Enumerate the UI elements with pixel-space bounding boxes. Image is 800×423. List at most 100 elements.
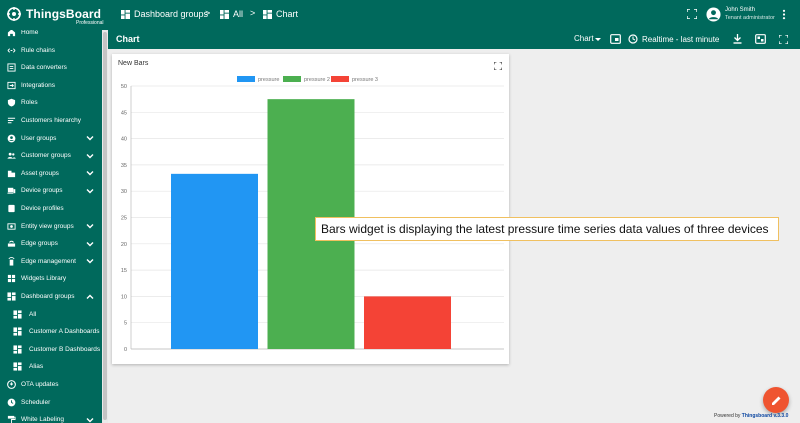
y-tick-label: 45	[121, 110, 127, 116]
more-vert-icon[interactable]	[782, 9, 786, 20]
dashboard-icon	[12, 309, 22, 319]
integration-icon	[6, 80, 16, 90]
dashboard-settings-icon[interactable]	[755, 34, 766, 44]
version-link[interactable]: Thingsboard v.3.3.0	[742, 413, 789, 419]
arrow-drop-down-icon	[594, 37, 601, 41]
legend-label: pressure 3	[352, 77, 378, 83]
sidebar-item[interactable]: Asset groups	[0, 165, 102, 182]
breadcrumb-separator: >	[205, 8, 211, 18]
sidebar-item[interactable]: Alias	[0, 358, 102, 375]
sidebar-item[interactable]: Data converters	[0, 59, 102, 76]
edit-dashboard-button[interactable]	[763, 387, 789, 413]
bar-chart: 0 5 10 15 20 25 30 35 40 45 50 pressure pressure 2 pr…	[121, 76, 504, 353]
y-tick-label: 25	[121, 216, 127, 222]
sidebar-item-label: Home	[21, 29, 39, 36]
sidebar-item-label: All	[29, 310, 37, 318]
sidebar-item[interactable]: White Labeling	[0, 411, 102, 423]
sidebar-item-label: Integrations	[21, 81, 55, 89]
sidebar-item-label: Asset groups	[21, 169, 59, 177]
sidebar-item[interactable]: Customers hierarchy	[0, 112, 102, 129]
y-tick-label: 35	[121, 163, 127, 169]
sidebar-item[interactable]: Customer B Dashboards	[0, 341, 102, 358]
sidebar-item-label: Widgets Library	[21, 275, 67, 283]
sidebar-item[interactable]: Rule chains	[0, 42, 102, 59]
edit-icon	[771, 396, 780, 405]
y-tick-label: 0	[124, 347, 127, 353]
breadcrumb-dashboard-groups[interactable]: Dashboard groups	[121, 9, 208, 19]
devices-icon	[6, 186, 16, 196]
dashboard-icon	[12, 327, 22, 337]
sidebar-item-label: OTA updates	[21, 381, 59, 388]
breadcrumb-label: Dashboard groups	[134, 9, 209, 19]
download-icon[interactable]	[733, 34, 742, 44]
chevron-down-icon	[86, 153, 94, 159]
breadcrumb-all[interactable]: All	[220, 9, 243, 19]
user-name: John Smith	[725, 7, 756, 13]
sidebar-item-label: Customer B Dashboards	[29, 345, 101, 353]
sidebar-item[interactable]: Widgets Library	[0, 270, 102, 287]
format-paint-icon	[6, 415, 16, 423]
domain-icon	[6, 168, 16, 178]
sidebar-item[interactable]: Roles	[0, 94, 102, 111]
sidebar-item-label: Edge groups	[21, 240, 58, 248]
thingsboard-logo-icon	[7, 7, 21, 21]
sidebar-item-label: Scheduler	[21, 398, 51, 406]
sidebar-item[interactable]: Entity view groups	[0, 218, 102, 235]
sidebar-item[interactable]: Customer groups	[0, 147, 102, 164]
sidebar-item-label: Device groups	[21, 187, 63, 195]
sidebar-item-label: User groups	[21, 134, 57, 142]
legend-label: pressure	[258, 77, 279, 83]
sidebar-item[interactable]: Dashboard groups	[0, 288, 102, 305]
sidebar-item[interactable]: Edge groups	[0, 235, 102, 252]
y-tick-label: 15	[121, 268, 127, 274]
account-circle-icon[interactable]	[706, 7, 721, 22]
legend-label: pressure 2	[304, 77, 330, 83]
timewindow-button[interactable]: Realtime - last minute	[628, 34, 719, 44]
sidebar-item[interactable]: Device profiles	[0, 200, 102, 217]
sidebar-item-label: White Labeling	[21, 416, 64, 423]
sidebar-item[interactable]: OTA updates	[0, 376, 102, 393]
user-role: Tenant administrator	[725, 15, 775, 21]
fullscreen-icon[interactable]	[779, 35, 788, 44]
timewindow-label: Realtime - last minute	[642, 34, 720, 44]
chevron-down-icon	[86, 259, 94, 264]
sidebar-item-label: Roles	[21, 99, 38, 107]
entity-state-icon[interactable]	[610, 34, 621, 44]
supervisor-icon	[6, 151, 16, 161]
dashboard-state-select[interactable]: Chart	[574, 34, 602, 43]
sidebar-item-label: Data converters	[21, 64, 67, 72]
y-tick-label: 50	[121, 84, 127, 90]
sidebar-item[interactable]: Scheduler	[0, 394, 102, 411]
dashboard-icon	[12, 344, 22, 354]
sidebar: Home Rule chains Data converters Integratio…	[0, 24, 102, 423]
dashboard-icon	[12, 362, 22, 372]
sidebar-item[interactable]: User groups	[0, 130, 102, 147]
sidebar-item-label: Customers hierarchy	[21, 117, 81, 124]
breadcrumb-label: All	[233, 9, 244, 19]
chevron-down-icon	[86, 224, 94, 229]
breadcrumb-label: Chart	[276, 9, 299, 19]
fullscreen-icon[interactable]	[687, 9, 697, 19]
account-icon	[6, 133, 16, 143]
logo[interactable]: ThingsBoard Professional	[6, 4, 106, 26]
chevron-up-icon	[86, 294, 94, 299]
memory-icon	[6, 380, 16, 390]
shield-icon	[6, 98, 16, 108]
history-icon	[628, 34, 638, 44]
chevron-down-icon	[86, 417, 94, 423]
bars-widget: New Bars 0 5 10 15 20 25 30 35 40 45 50 pressure pre…	[112, 54, 509, 364]
y-tick-label: 30	[121, 189, 127, 195]
logo-subtitle: Professional	[76, 20, 104, 26]
y-tick-label: 20	[121, 242, 127, 248]
sidebar-item[interactable]: Device groups	[0, 182, 102, 199]
dashboard-icon	[6, 292, 16, 302]
sidebar-item[interactable]: All	[0, 306, 102, 323]
breadcrumb-chart[interactable]: Chart	[263, 9, 298, 19]
sidebar-item[interactable]: Integrations	[0, 77, 102, 94]
legend-swatch	[283, 76, 301, 82]
sidebar-item[interactable]: Customer A Dashboards	[0, 323, 102, 340]
dashboard-title: Chart	[116, 34, 140, 44]
y-tick-label: 10	[121, 294, 127, 300]
sidebar-scrollbar-thumb[interactable]	[103, 32, 107, 420]
sidebar-item[interactable]: Edge management	[0, 253, 102, 270]
